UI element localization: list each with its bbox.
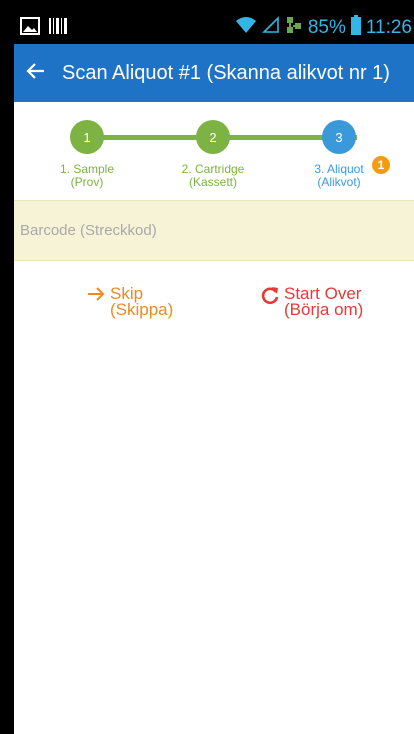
barcode-notification-icon [48, 17, 68, 40]
step-3-circle[interactable]: 3 [322, 120, 356, 154]
step-3-badge: 1 [372, 156, 390, 174]
data-transfer-icon [285, 15, 303, 41]
skip-button[interactable]: Skip (Skippa) [86, 284, 174, 319]
cell-signal-icon [261, 16, 280, 40]
clock: 11:26 [365, 17, 412, 38]
page-title: Scan Aliquot #1 (Skanna alikvot nr 1) [62, 61, 390, 84]
start-over-button[interactable]: Start Over (Börja om) [260, 284, 364, 319]
barcode-field[interactable]: Barcode (Streckkod) [14, 200, 414, 261]
barcode-placeholder: Barcode (Streckkod) [20, 222, 157, 239]
step-1-label: 1. Sample (Prov) [59, 162, 115, 189]
step-2-circle[interactable]: 2 [196, 120, 230, 154]
phone-screen: 85% 11:26 Scan Aliquot #1 (Skanna alikvo… [14, 10, 414, 734]
status-bar: 85% 11:26 [14, 10, 414, 44]
refresh-icon [260, 285, 280, 310]
gallery-notification-icon [20, 17, 40, 40]
back-button[interactable] [14, 44, 58, 102]
app-bar: Scan Aliquot #1 (Skanna alikvot nr 1) [14, 44, 414, 102]
progress-stepper: 1 2 3 1. Sample (Prov) 2. Cartridge (Kas… [14, 102, 414, 200]
battery-percent: 85% [307, 17, 346, 38]
battery-icon [350, 15, 361, 41]
wifi-icon [235, 16, 257, 40]
skip-label: Skip (Skippa) [110, 284, 174, 319]
step-2-label: 2. Cartridge (Kassett) [181, 162, 245, 189]
arrow-right-icon [86, 285, 106, 308]
start-over-label: Start Over (Börja om) [284, 284, 364, 319]
step-1-circle[interactable]: 1 [70, 120, 104, 154]
back-arrow-icon [26, 61, 46, 86]
